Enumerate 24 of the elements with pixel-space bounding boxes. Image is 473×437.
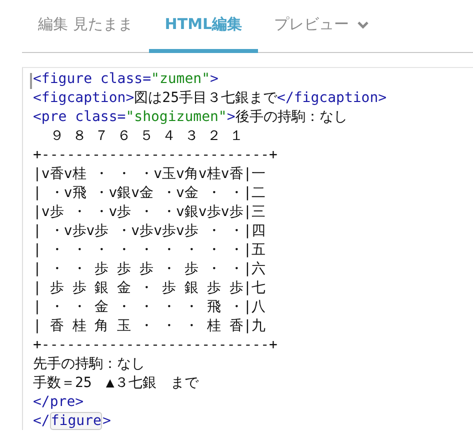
code-line: | ・ ・ ・ ・ ・ ・ ・ ・ ・|五 — [33, 241, 266, 260]
code-line: </figure> — [33, 412, 111, 431]
code-line: 先手の持駒：なし — [33, 355, 145, 374]
editor-tab[interactable]: 編集 見たまま — [38, 0, 133, 53]
code-line: <figcaption>図は25手目３七銀まで</figcaption> — [33, 89, 387, 108]
code-line: | 香 桂 角 玉 ・ ・ ・ 桂 香|九 — [33, 317, 266, 336]
code-line: 手数＝25 ▲３七銀 まで — [33, 374, 198, 393]
editor-tab[interactable]: プレビュー — [274, 0, 370, 53]
code-line: | 歩 歩 銀 金 ・ 歩 銀 歩 歩|七 — [33, 279, 266, 298]
code-line: +---------------------------+ — [33, 146, 278, 165]
code-line: | ・v歩v歩 ・v歩v歩v歩 ・ ・|四 — [33, 222, 266, 241]
code-line: | ・ ・ 歩 歩 歩 ・ 歩 ・ ・|六 — [33, 260, 266, 279]
code-line: | ・v飛 ・v銀v金 ・v金 ・ ・|二 — [33, 184, 266, 203]
editor-tab[interactable]: HTML編集 — [148, 0, 258, 53]
code-line: ９ ８ ７ ６ ５ ４ ３ ２ １ — [48, 127, 244, 146]
code-line: | ・ ・ 金 ・ ・ ・ ・ 飛 ・|八 — [33, 298, 266, 317]
code-line: |v香v桂 ・ ・ ・v玉v角v桂v香|一 — [33, 165, 266, 184]
code-editor[interactable] — [22, 67, 473, 430]
code-line: <figure class="zumen"> — [33, 70, 218, 89]
code-line: +---------------------------+ — [33, 336, 278, 355]
code-line: <pre class="shogizumen">後手の持駒：なし — [33, 108, 348, 127]
text-cursor — [30, 73, 32, 89]
code-line: |v歩 ・ ・v歩 ・ ・v銀v歩v歩|三 — [33, 203, 266, 222]
code-line: </pre> — [33, 393, 84, 412]
